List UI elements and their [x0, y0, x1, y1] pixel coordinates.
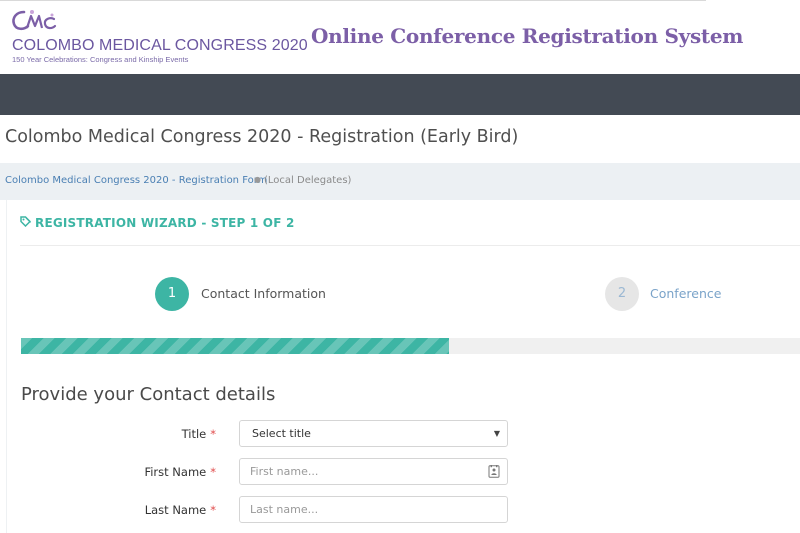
- last-name-label: Last Name *: [16, 503, 216, 517]
- first-name-label: First Name *: [16, 465, 216, 479]
- step-1-circle[interactable]: 1: [155, 277, 189, 311]
- title-select-value: Select title: [252, 427, 311, 440]
- first-name-field-wrapper: [239, 458, 508, 485]
- header-top-divider: [0, 0, 706, 1]
- site-header: COLOMBO MEDICAL CONGRESS 2020 150 Year C…: [0, 0, 800, 74]
- wizard-header: REGISTRATION WIZARD - STEP 1 OF 2: [20, 216, 295, 230]
- tag-icon: [20, 216, 32, 230]
- system-title: Online Conference Registration System: [311, 24, 744, 48]
- top-navbar: [0, 74, 800, 115]
- caret-down-icon: ▼: [493, 429, 500, 438]
- step-2-circle[interactable]: 2: [605, 277, 639, 311]
- wizard-progress-bar: [21, 338, 800, 354]
- first-name-input[interactable]: [240, 459, 507, 484]
- step-2-label[interactable]: Conference: [650, 286, 721, 301]
- title-select[interactable]: Select title ▼: [239, 420, 508, 447]
- logo-subtitle: 150 Year Celebrations: Congress and Kins…: [12, 55, 189, 64]
- cmc-logo-mark-icon: [12, 10, 57, 31]
- last-name-field-wrapper: [239, 496, 508, 523]
- contact-section-title: Provide your Contact details: [21, 384, 276, 405]
- title-label: Title *: [16, 427, 216, 441]
- breadcrumb-separator: ●: [254, 175, 261, 184]
- last-name-input[interactable]: [240, 497, 507, 522]
- logo-title: COLOMBO MEDICAL CONGRESS 2020: [12, 37, 308, 54]
- required-marker: *: [210, 465, 216, 479]
- contact-card-icon[interactable]: [488, 465, 500, 481]
- breadcrumb-current: (Local Delegates): [264, 175, 352, 186]
- wizard-header-text: REGISTRATION WIZARD - STEP 1 OF 2: [35, 216, 295, 230]
- first-name-label-text: First Name: [144, 465, 207, 479]
- breadcrumb-link-registration-form[interactable]: Colombo Medical Congress 2020 - Registra…: [5, 175, 267, 186]
- required-marker: *: [210, 503, 216, 517]
- step-1-label[interactable]: Contact Information: [201, 286, 326, 301]
- last-name-label-text: Last Name: [144, 503, 207, 517]
- title-label-text: Title: [181, 427, 207, 441]
- required-marker: *: [210, 427, 216, 441]
- page-title: Colombo Medical Congress 2020 - Registra…: [5, 127, 519, 147]
- cmc-logo[interactable]: COLOMBO MEDICAL CONGRESS 2020 150 Year C…: [10, 8, 308, 68]
- wizard-header-divider: [20, 245, 800, 246]
- wizard-progress-fill: [21, 338, 450, 354]
